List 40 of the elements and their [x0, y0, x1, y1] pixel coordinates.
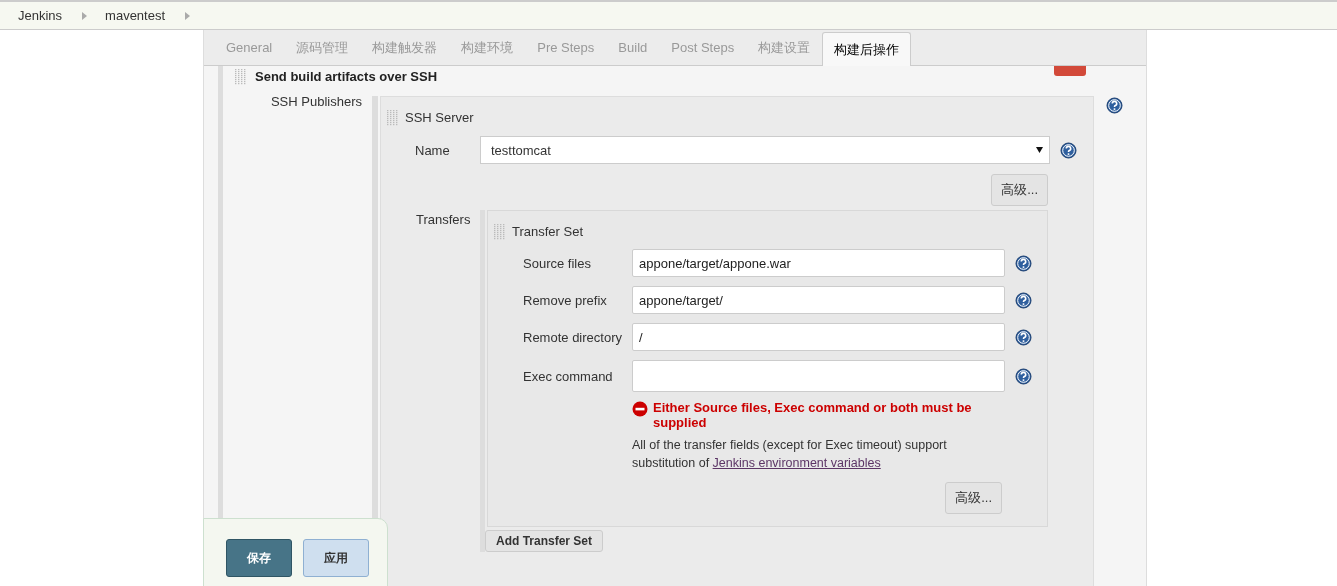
- drag-handle-icon[interactable]: [494, 223, 506, 240]
- input-field[interactable]: appone/target/appone.war: [632, 249, 1005, 277]
- field-label: Source files: [522, 255, 592, 271]
- error-icon: [632, 401, 648, 417]
- advanced-button[interactable]: 高级...: [991, 174, 1048, 206]
- save-button[interactable]: 保存: [226, 539, 292, 577]
- help-icon[interactable]: [1015, 328, 1032, 346]
- error-message: Either Source files, Exec command or both must be supplied: [653, 400, 973, 430]
- field-label: Remote directory: [522, 329, 623, 345]
- input-field[interactable]: appone/target/: [632, 286, 1005, 314]
- help-text: All of the transfer fields (except for Exec timeout) support substitution of Jenkins environment variables: [632, 437, 948, 472]
- tab[interactable]: 构建后操作: [822, 32, 912, 66]
- dropdown-icon: [1036, 147, 1043, 153]
- help-icon[interactable]: [1015, 254, 1032, 272]
- field-label: Transfers: [415, 211, 472, 227]
- add-transfer-set-button[interactable]: Add Transfer Set: [485, 530, 604, 552]
- help-icon[interactable]: [1015, 367, 1032, 385]
- command-field[interactable]: [632, 360, 1005, 392]
- field-label: Remove prefix: [522, 292, 608, 308]
- field-label: SSH Publishers: [269, 93, 363, 109]
- chevron-icon[interactable]: [82, 11, 88, 20]
- drag-handle-icon[interactable]: [387, 109, 399, 126]
- server-select[interactable]: testtomcat: [480, 136, 1050, 164]
- section-title: SSH Server: [405, 110, 474, 125]
- chevron-icon[interactable]: [185, 11, 191, 20]
- section-title: Send build artifacts over SSH: [255, 68, 438, 84]
- input-field[interactable]: /: [632, 323, 1005, 351]
- section-title: Transfer Set: [512, 224, 584, 239]
- field-label: Exec command: [522, 368, 614, 384]
- delete-button[interactable]: [1054, 66, 1086, 76]
- field-label: Name: [414, 142, 451, 158]
- drag-handle-icon[interactable]: [235, 67, 247, 85]
- help-icon[interactable]: [1060, 141, 1077, 159]
- advanced-button[interactable]: 高级...: [945, 482, 1002, 514]
- breadcrumb-link[interactable]: Jenkins: [18, 8, 63, 23]
- help-icon[interactable]: [1106, 97, 1123, 114]
- env-variables-link[interactable]: Jenkins environment variables: [712, 456, 881, 470]
- breadcrumb-link[interactable]: maventest: [105, 8, 166, 23]
- help-icon[interactable]: [1015, 291, 1032, 309]
- apply-button[interactable]: 应用: [303, 539, 369, 577]
